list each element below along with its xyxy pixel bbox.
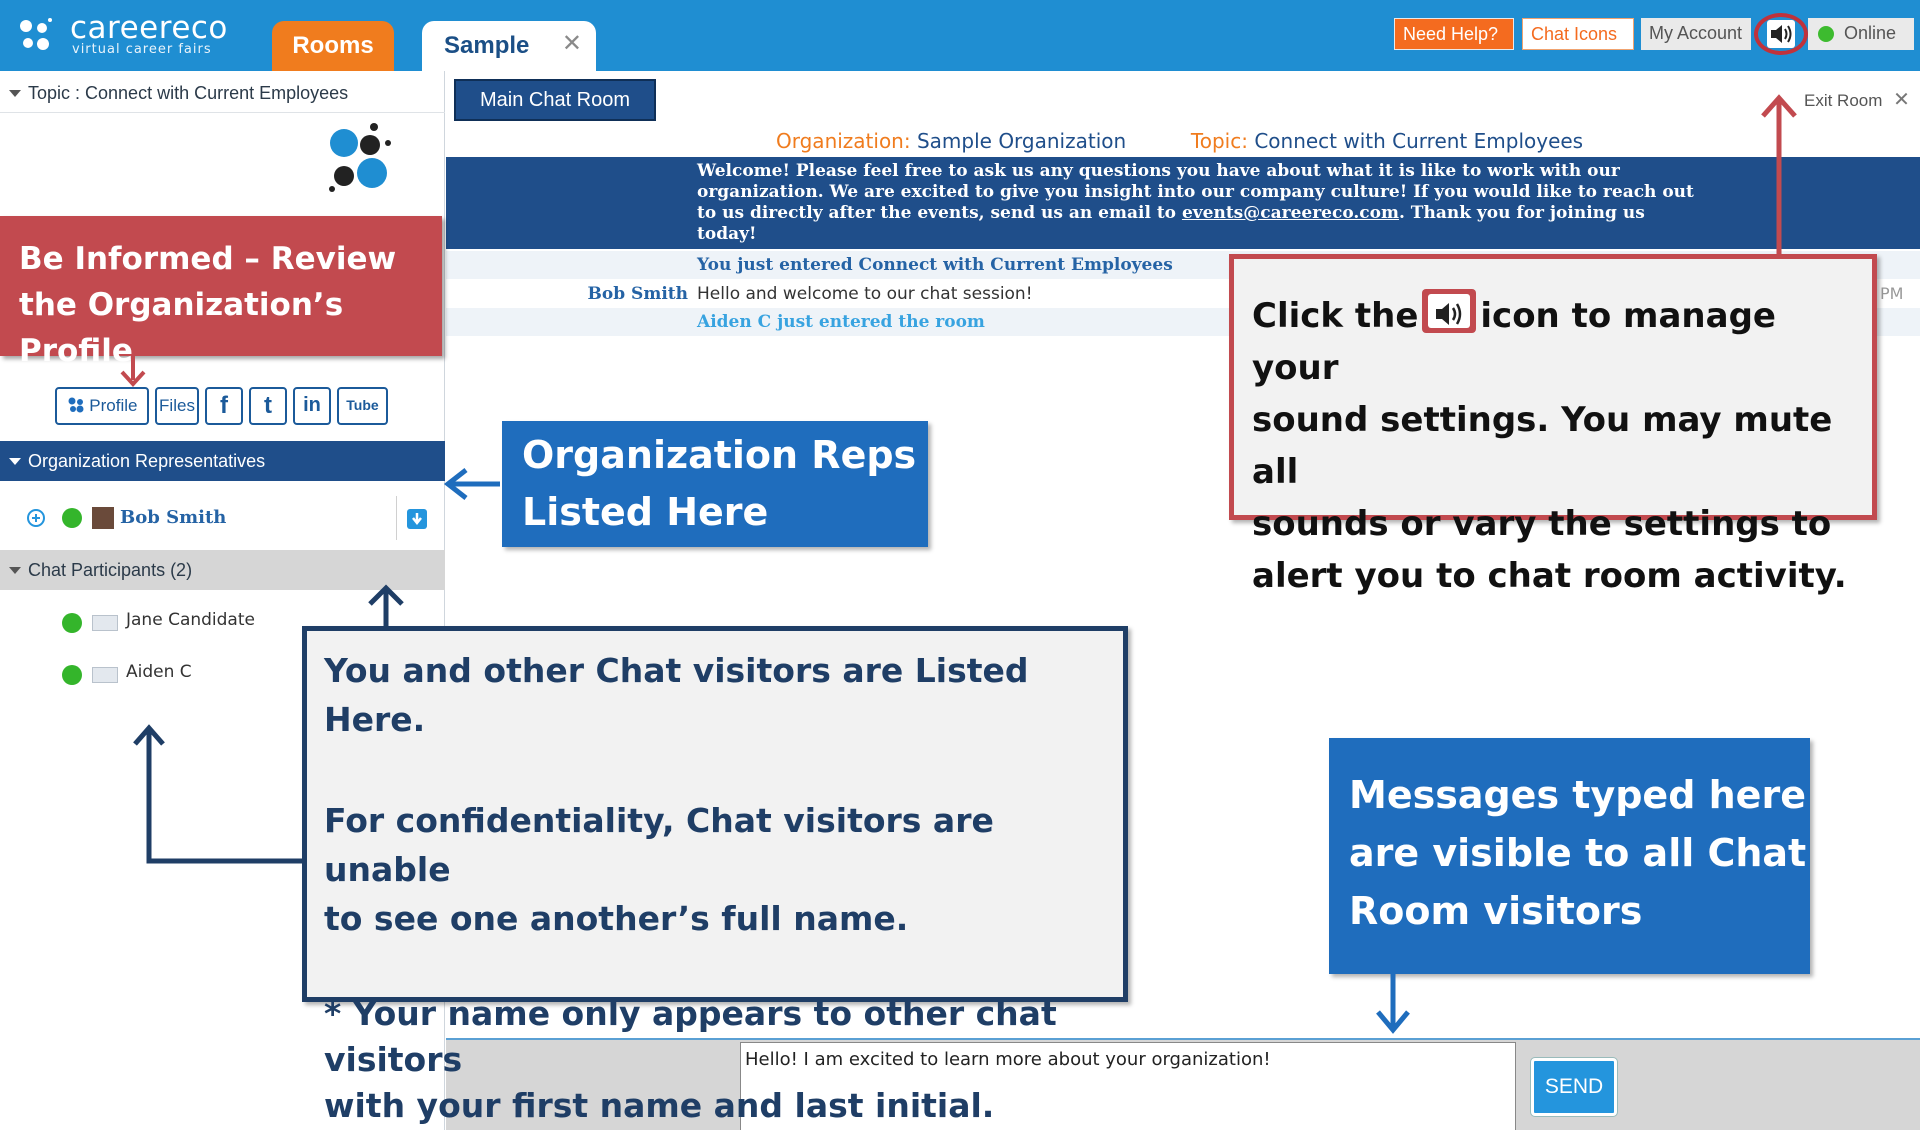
reps-header-label: Organization Representatives [28, 451, 266, 471]
id-card-icon [92, 615, 118, 631]
callout-text: You and other Chat visitors are Listed H… [324, 651, 1029, 739]
organization-topic-line: Organization: Sample Organization Topic:… [776, 129, 1583, 153]
callout-text: the Organization’s Profile [19, 287, 344, 369]
callout-text: sound settings. You may mute all [1252, 400, 1833, 492]
facebook-icon[interactable]: f [205, 387, 243, 425]
top-bar: careereco virtual career fairs Rooms Sam… [0, 0, 1920, 71]
callout-text: Click the [1252, 296, 1419, 336]
visitors-callout: You and other Chat visitors are Listed H… [302, 626, 1128, 1125]
online-status-button[interactable]: Online [1808, 18, 1914, 50]
close-icon: ✕ [1893, 89, 1910, 111]
tab-sample[interactable]: Sample ✕ [422, 21, 596, 71]
speaker-icon [1767, 20, 1795, 48]
topic-row[interactable]: Topic : Connect with Current Employees [0, 71, 445, 113]
tab-rooms[interactable]: Rooms [272, 21, 394, 71]
profile-callout: Be Informed – Review the Organization’s … [0, 216, 442, 369]
callout-line: Click the icon to manage your [1252, 289, 1872, 394]
send-button[interactable]: SEND [1531, 1058, 1617, 1116]
organization-logo [329, 123, 391, 192]
exit-room-button[interactable]: Exit Room ✕ [1804, 87, 1910, 112]
topic-label: Topic : Connect with Current Employees [28, 83, 349, 103]
online-status-icon [62, 665, 82, 685]
rep-row[interactable]: Bob Smith [0, 496, 445, 540]
system-message: Aiden C just entered the room [697, 312, 985, 332]
collapse-triangle-icon [9, 90, 21, 97]
welcome-message: Welcome! Please feel free to ask us any … [697, 161, 1707, 245]
sound-callout: Click the icon to manage your sound setti… [1229, 254, 1877, 596]
avatar [92, 507, 114, 529]
participant-row[interactable]: Jane Candidate [0, 604, 300, 640]
logo-name: careereco [70, 10, 228, 46]
callout-text: alert you to chat room activity. [1252, 556, 1847, 596]
speaker-icon [1422, 289, 1477, 333]
reps-callout: Organization Reps Listed Here [502, 421, 928, 547]
callout-text: Messages typed here [1349, 773, 1806, 817]
participant-name: Aiden C [126, 662, 192, 682]
download-icon[interactable] [406, 508, 428, 530]
messages-callout: Messages typed here are visible to all C… [1329, 738, 1810, 974]
rep-name: Bob Smith [120, 507, 227, 528]
callout-text: For confidentiality, Chat visitors are u… [324, 801, 994, 889]
tab-sample-label: Sample [444, 32, 530, 59]
email-link[interactable]: events@careereco.com [1182, 203, 1399, 223]
tab-main-chat-room[interactable]: Main Chat Room [454, 79, 656, 121]
participant-name: Jane Candidate [126, 610, 255, 630]
online-status-label: Online [1844, 23, 1897, 43]
sound-settings-button[interactable] [1754, 13, 1808, 55]
message-text: Hello and welcome to our chat session! [697, 284, 1033, 304]
topic-label: Topic: [1190, 129, 1248, 153]
callout-text: with your first name and last initial. [324, 1086, 995, 1125]
callout-text: to see one another’s full name. [324, 899, 909, 938]
organization-label: Organization: [776, 129, 911, 153]
profile-icon [67, 392, 85, 413]
profile-button[interactable]: Profile [55, 387, 149, 425]
youtube-icon[interactable]: Tube [337, 387, 388, 425]
message-time: PM [1880, 284, 1904, 303]
my-account-button[interactable]: My Account [1641, 18, 1751, 50]
online-status-icon [62, 508, 82, 528]
careereco-logo-icon [20, 18, 52, 50]
logo-tagline: virtual career fairs [72, 42, 212, 57]
welcome-banner: Welcome! Please feel free to ask us any … [446, 157, 1920, 249]
callout-text: * Your name only appears to other chat v… [324, 994, 1057, 1079]
participant-row[interactable]: Aiden C [0, 656, 300, 692]
need-help-button[interactable]: Need Help? [1394, 18, 1514, 50]
callout-text: Listed Here [522, 490, 769, 534]
message-sender: Bob Smith [587, 284, 688, 304]
chat-icons-button[interactable]: Chat Icons [1522, 18, 1634, 50]
exit-room-label: Exit Room [1804, 91, 1883, 110]
callout-text: Be Informed – Review [19, 241, 397, 277]
organization-name: Sample Organization [916, 129, 1127, 153]
divider [396, 496, 397, 540]
system-message: You just entered Connect with Current Em… [697, 255, 1173, 275]
expand-plus-icon[interactable] [26, 508, 46, 528]
participants-section-header[interactable]: Chat Participants (2) [0, 550, 445, 590]
id-card-icon [92, 667, 118, 683]
profile-label: Profile [89, 396, 138, 415]
participants-header-label: Chat Participants (2) [28, 560, 193, 580]
callout-text: Organization Reps [522, 433, 917, 477]
callout-text: sounds or vary the settings to [1252, 504, 1832, 544]
online-status-icon [62, 613, 82, 633]
linkedin-icon[interactable]: in [293, 387, 331, 425]
collapse-triangle-icon [9, 567, 21, 574]
online-status-icon [1818, 26, 1834, 42]
files-button[interactable]: Files [155, 387, 199, 425]
tab-close-icon[interactable]: ✕ [562, 19, 582, 69]
tab-rooms-label: Rooms [292, 32, 374, 59]
collapse-triangle-icon [9, 458, 21, 465]
reps-section-header[interactable]: Organization Representatives [0, 441, 445, 481]
twitter-icon[interactable]: t [249, 387, 287, 425]
topic-name: Connect with Current Employees [1254, 129, 1584, 153]
chat-room-screen: careereco virtual career fairs Rooms Sam… [0, 0, 1920, 1130]
callout-text: are visible to all Chat [1349, 831, 1807, 875]
callout-text: Room visitors [1349, 889, 1643, 933]
